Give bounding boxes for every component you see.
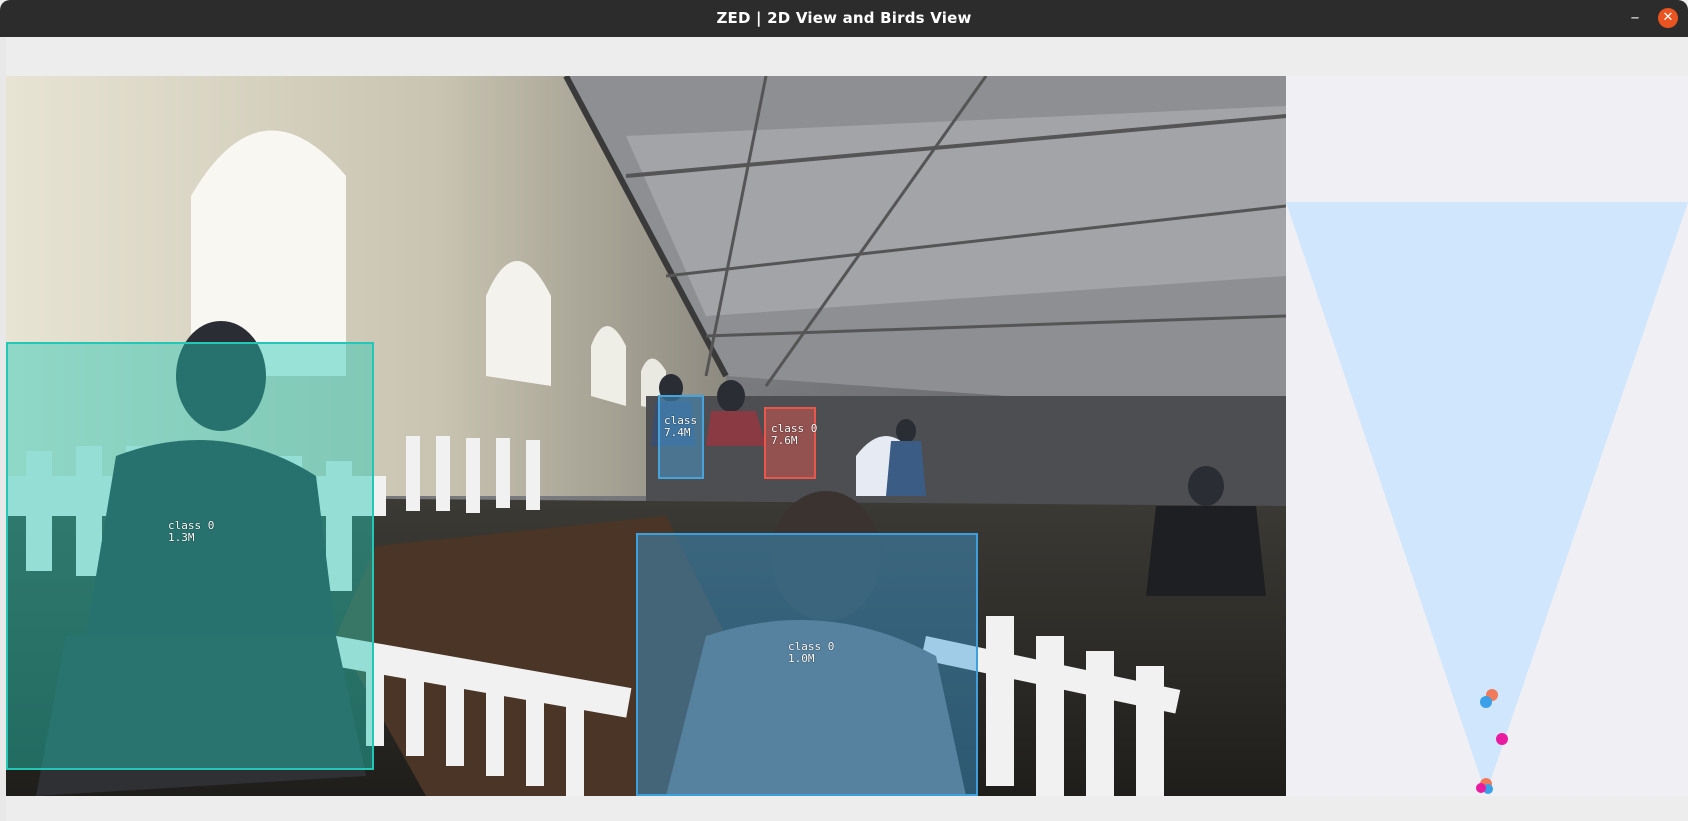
app-window: ZED | 2D View and Birds View – ✕ class 0…	[0, 0, 1688, 821]
detection-label: class 7.4M	[664, 415, 697, 439]
detection-box[interactable]: class 0 1.3M	[6, 342, 374, 770]
close-icon[interactable]: ✕	[1658, 8, 1678, 28]
detection-distance: 1.0M	[788, 652, 815, 665]
detection-box[interactable]: class 7.4M	[658, 395, 704, 479]
minimize-icon[interactable]: –	[1626, 9, 1644, 27]
detection-label: class 0 7.6M	[771, 423, 817, 447]
birds-view-canvas	[1286, 202, 1688, 794]
top-margin	[6, 37, 1688, 76]
camera-2d-view: class 0 1.3M class 0 1.0M class 0 7.6M clas…	[6, 76, 1286, 796]
tracked-object-point	[1496, 733, 1508, 745]
title-bar[interactable]: ZED | 2D View and Birds View – ✕	[0, 0, 1688, 37]
detection-label: class 0 1.0M	[788, 641, 834, 665]
detection-box[interactable]: class 0 7.6M	[764, 407, 817, 479]
window-title: ZED | 2D View and Birds View	[716, 9, 972, 27]
birds-view-panel	[1286, 76, 1688, 796]
detection-distance: 7.4M	[664, 426, 691, 439]
detection-label: class 0 1.3M	[168, 520, 214, 544]
tracked-object-point	[1476, 783, 1486, 793]
bottom-margin	[6, 796, 1688, 821]
detection-box[interactable]: class 0 1.0M	[636, 533, 978, 796]
detection-distance: 1.3M	[168, 531, 195, 544]
detection-distance: 7.6M	[771, 434, 798, 447]
tracked-object-point	[1480, 696, 1492, 708]
